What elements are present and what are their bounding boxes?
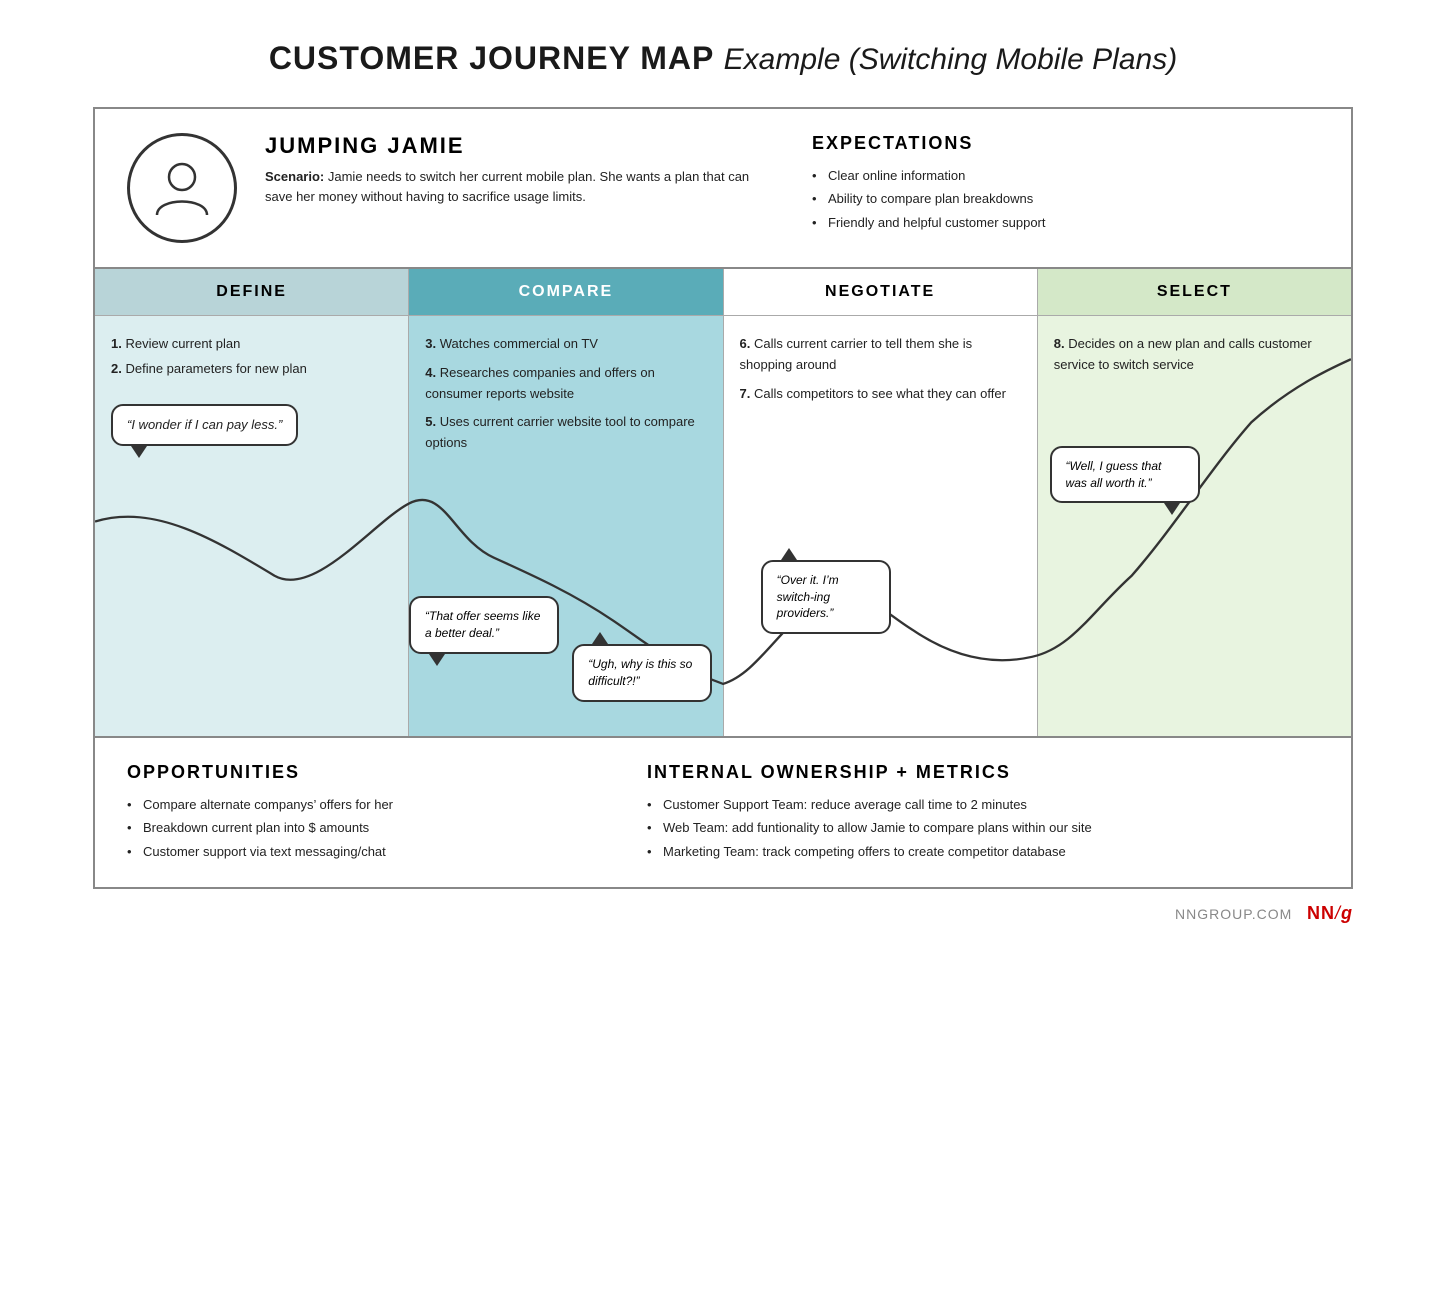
opportunities-list: Compare alternate companys’ offers for h…: [127, 793, 607, 863]
opportunities-title: OPPORTUNITIES: [127, 762, 607, 783]
metrics-list: Customer Support Team: reduce average ca…: [647, 793, 1319, 863]
main-frame: JUMPING JAMIE Scenario: Jamie needs to s…: [93, 107, 1353, 889]
phase-compare-header: COMPARE: [409, 269, 722, 316]
persona-row: JUMPING JAMIE Scenario: Jamie needs to s…: [95, 109, 1351, 269]
action-item: 1. Review current plan: [111, 334, 392, 355]
expectations-list: Clear online information Ability to comp…: [812, 164, 1319, 234]
list-item: Compare alternate companys’ offers for h…: [127, 793, 607, 816]
phase-define-header: DEFINE: [95, 269, 408, 316]
phase-compare: COMPARE 3. Watches commercial on TV 4. R…: [409, 269, 723, 736]
list-item: Breakdown current plan into $ amounts: [127, 816, 607, 839]
list-item: Friendly and helpful customer support: [812, 211, 1319, 234]
action-item: 8. Decides on a new plan and calls custo…: [1054, 334, 1335, 376]
phase-define-actions: 1. Review current plan 2. Define paramet…: [111, 334, 392, 380]
action-item: 5. Uses current carrier website tool to …: [425, 412, 706, 454]
metrics-section: INTERNAL OWNERSHIP + METRICS Customer Su…: [647, 762, 1319, 863]
action-item: 3. Watches commercial on TV: [425, 334, 706, 355]
action-item: 7. Calls competitors to see what they ca…: [740, 384, 1021, 405]
persona-name: JUMPING JAMIE: [265, 133, 772, 159]
phase-define-body: 1. Review current plan 2. Define paramet…: [95, 316, 408, 736]
list-item: Marketing Team: track competing offers t…: [647, 840, 1319, 863]
expectations-title: EXPECTATIONS: [812, 133, 1319, 154]
branding: NNGROUP.COM NN/g: [93, 903, 1353, 924]
bottom-row: OPPORTUNITIES Compare alternate companys…: [95, 738, 1351, 887]
phase-select-header: SELECT: [1038, 269, 1351, 316]
list-item: Customer support via text messaging/chat: [127, 840, 607, 863]
metrics-title: INTERNAL OWNERSHIP + METRICS: [647, 762, 1319, 783]
persona-scenario: Scenario: Jamie needs to switch her curr…: [265, 167, 772, 206]
action-item: 2. Define parameters for new plan: [111, 359, 392, 380]
action-item: 4. Researches companies and offers on co…: [425, 363, 706, 405]
phases-row: DEFINE 1. Review current plan 2. Define …: [95, 269, 1351, 738]
phase-compare-body: 3. Watches commercial on TV 4. Researche…: [409, 316, 722, 736]
avatar: [127, 133, 237, 243]
phase-negotiate-body: 6. Calls current carrier to tell them sh…: [724, 316, 1037, 736]
action-item: 6. Calls current carrier to tell them sh…: [740, 334, 1021, 376]
phases-section: DEFINE 1. Review current plan 2. Define …: [95, 269, 1351, 738]
persona-info: JUMPING JAMIE Scenario: Jamie needs to s…: [265, 133, 772, 206]
phase-select: SELECT 8. Decides on a new plan and call…: [1038, 269, 1351, 736]
list-item: Clear online information: [812, 164, 1319, 187]
phase-select-body: 8. Decides on a new plan and calls custo…: [1038, 316, 1351, 736]
speech-bubble-define: “I wonder if I can pay less.”: [111, 404, 298, 446]
page-title: CUSTOMER JOURNEY MAP Example (Switching …: [269, 40, 1177, 77]
phase-negotiate-actions: 6. Calls current carrier to tell them sh…: [740, 334, 1021, 404]
phase-negotiate-header: NEGOTIATE: [724, 269, 1037, 316]
phase-compare-actions: 3. Watches commercial on TV 4. Researche…: [425, 334, 706, 454]
expectations-section: EXPECTATIONS Clear online information Ab…: [772, 133, 1319, 234]
phase-negotiate: NEGOTIATE 6. Calls current carrier to te…: [724, 269, 1038, 736]
list-item: Web Team: add funtionality to allow Jami…: [647, 816, 1319, 839]
phase-define: DEFINE 1. Review current plan 2. Define …: [95, 269, 409, 736]
opportunities-section: OPPORTUNITIES Compare alternate companys…: [127, 762, 647, 863]
list-item: Ability to compare plan breakdowns: [812, 187, 1319, 210]
phase-select-actions: 8. Decides on a new plan and calls custo…: [1054, 334, 1335, 376]
list-item: Customer Support Team: reduce average ca…: [647, 793, 1319, 816]
